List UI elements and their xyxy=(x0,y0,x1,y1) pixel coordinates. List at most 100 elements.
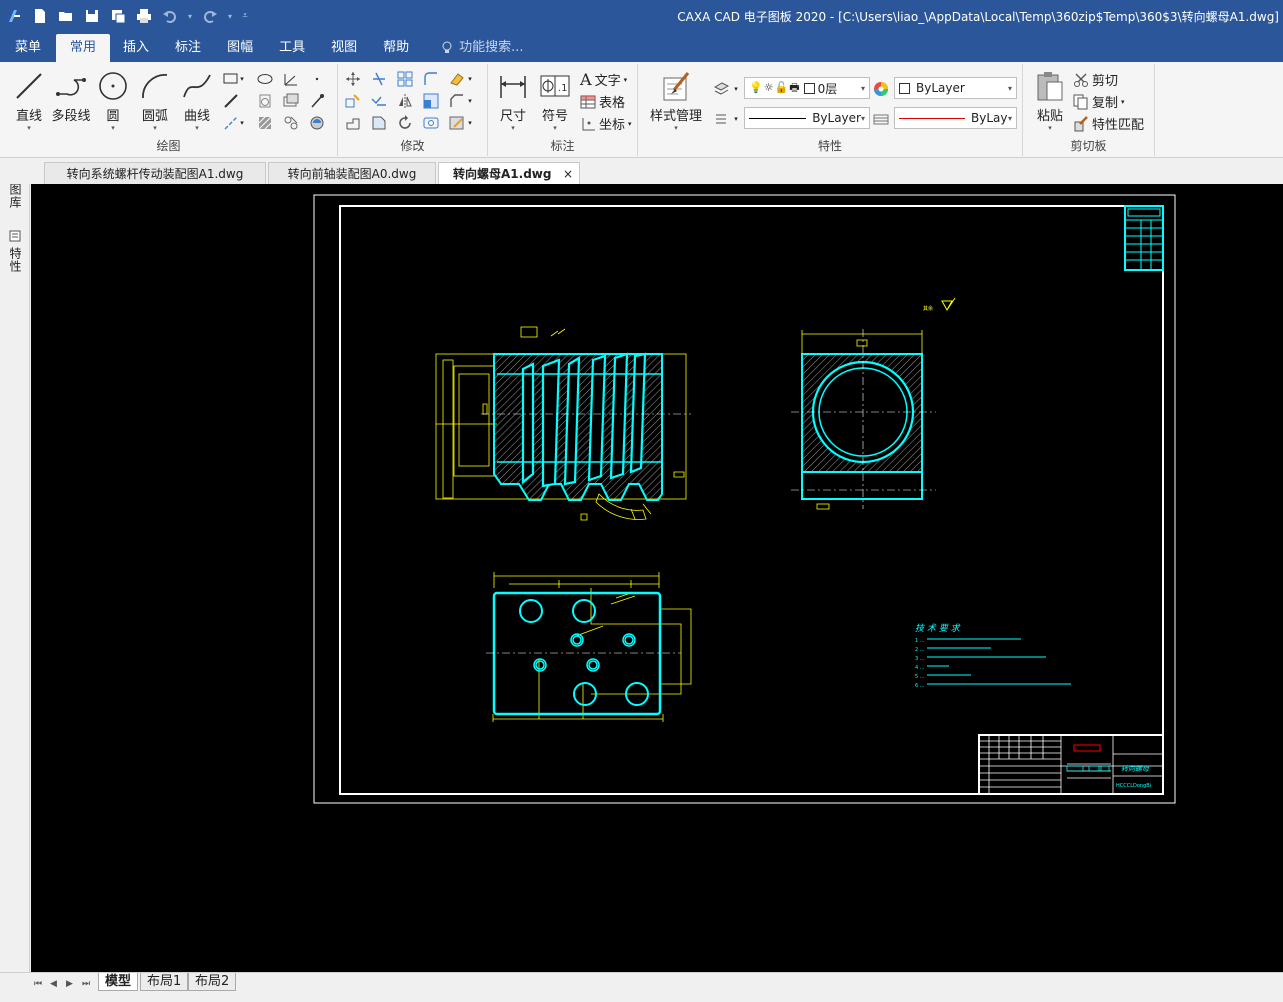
next-layout-icon[interactable]: ▶ xyxy=(66,979,73,989)
polyline-button[interactable]: 多段线 xyxy=(50,68,92,124)
scale-icon[interactable] xyxy=(422,92,440,110)
dimension-button[interactable]: 尺寸 ▾ xyxy=(492,68,534,132)
edit-dropdown-icon[interactable]: ▾ xyxy=(466,114,474,132)
fillet-icon[interactable] xyxy=(422,70,440,88)
tab-home[interactable]: 常用 xyxy=(56,34,111,62)
layout-tab-layout2[interactable]: 布局2 xyxy=(188,973,237,991)
close-tab-icon[interactable]: × xyxy=(563,163,573,185)
layout-tab-model[interactable]: 模型 xyxy=(98,973,139,991)
layout-tab-layout1[interactable]: 布局1 xyxy=(140,973,189,991)
eraser-icon[interactable] xyxy=(448,70,466,88)
new-file-icon[interactable] xyxy=(30,6,50,26)
copy-button[interactable]: 复制 ▾ xyxy=(1073,92,1125,111)
tab-sheet[interactable]: 图幅 xyxy=(214,34,266,62)
symbol-button[interactable]: .1 符号 ▾ xyxy=(534,68,576,132)
cut-button[interactable]: 剪切 xyxy=(1073,70,1118,89)
lineweight-select[interactable]: ByLay ▾ xyxy=(894,107,1017,129)
line-dropdown-icon[interactable]: ▾ xyxy=(8,124,50,132)
color-wheel-icon[interactable] xyxy=(872,80,890,98)
edit-properties-icon[interactable] xyxy=(448,114,466,132)
table-button[interactable]: 表格 xyxy=(580,92,625,111)
arc-button[interactable]: 圆弧 ▾ xyxy=(134,68,176,132)
dimension-dropdown-icon[interactable]: ▾ xyxy=(492,124,534,132)
curve-button[interactable]: 曲线 ▾ xyxy=(176,68,218,132)
undo-dropdown-icon[interactable]: ▾ xyxy=(186,6,194,26)
break-icon[interactable] xyxy=(370,114,388,132)
match-properties-button[interactable]: 特性匹配 xyxy=(1073,114,1144,133)
doc-tab-steering-nut[interactable]: 转向螺母A1.dwg × xyxy=(438,162,580,184)
layer-select[interactable]: 💡☼🔓🖶 0层 ▾ xyxy=(744,77,870,99)
hatch-block-icon[interactable] xyxy=(282,92,300,110)
tab-tools[interactable]: 工具 xyxy=(266,34,318,62)
doc-tab-steering-screw-assembly[interactable]: 转向系统螺杆传动装配图A1.dwg xyxy=(44,162,266,184)
line-button[interactable]: 直线 ▾ xyxy=(8,68,50,132)
layer-manager-icon[interactable] xyxy=(712,80,730,98)
tab-annotate[interactable]: 标注 xyxy=(162,34,214,62)
stretch-icon[interactable] xyxy=(344,114,362,132)
linetype-select[interactable]: ByLayer ▾ xyxy=(744,107,870,129)
undo-icon[interactable] xyxy=(160,6,180,26)
drawing-canvas[interactable]: 其余 技 术 要 求 1 ... 2 ... 3 ... 4 ... 5 ...… xyxy=(31,184,1283,973)
circle-dropdown-icon[interactable]: ▾ xyxy=(92,124,134,132)
layer-manager-dropdown-icon[interactable]: ▾ xyxy=(732,80,740,98)
rectangle-dropdown-icon[interactable]: ▾ xyxy=(238,70,246,88)
tab-insert[interactable]: 插入 xyxy=(110,34,162,62)
style-manager-button[interactable]: 样式管理 ▾ xyxy=(646,68,706,132)
app-logo-icon[interactable] xyxy=(4,6,24,26)
open-file-icon[interactable] xyxy=(56,6,76,26)
centerline-dropdown-icon[interactable]: ▾ xyxy=(238,114,246,132)
arc-dropdown-icon[interactable]: ▾ xyxy=(134,124,176,132)
ellipse-icon[interactable] xyxy=(256,70,274,88)
explode-icon[interactable] xyxy=(422,114,440,132)
angle-line-icon[interactable] xyxy=(282,70,300,88)
redo-icon[interactable] xyxy=(200,6,220,26)
prev-layout-icon[interactable]: ◀ xyxy=(50,979,57,989)
array-icon[interactable] xyxy=(396,70,414,88)
customize-toolbar-icon[interactable]: ⩡ xyxy=(240,6,250,26)
coordinate-button[interactable]: 坐标 ▾ xyxy=(580,114,632,133)
print-icon[interactable] xyxy=(134,6,154,26)
mirror-icon[interactable] xyxy=(396,92,414,110)
offset-icon[interactable] xyxy=(282,114,300,132)
chamfer-dropdown-icon[interactable]: ▾ xyxy=(466,92,474,110)
copy-dropdown-icon[interactable]: ▾ xyxy=(1121,98,1125,106)
chamfer-icon[interactable] xyxy=(448,92,466,110)
lineweight-icon[interactable] xyxy=(872,110,890,128)
save-icon[interactable] xyxy=(82,6,102,26)
eraser-dropdown-icon[interactable]: ▾ xyxy=(466,70,474,88)
trim-icon[interactable] xyxy=(370,70,388,88)
text-button[interactable]: A 文字 ▾ xyxy=(580,70,627,89)
hatch-icon[interactable] xyxy=(256,114,274,132)
properties-panel-tab[interactable]: 特性 xyxy=(6,230,24,273)
rotate-icon[interactable] xyxy=(396,114,414,132)
curve-dropdown-icon[interactable]: ▾ xyxy=(176,124,218,132)
color-select[interactable]: ByLayer ▾ xyxy=(894,77,1017,99)
extend-icon[interactable] xyxy=(370,92,388,110)
feature-search[interactable]: 功能搜索... xyxy=(428,34,536,62)
polygon-icon[interactable] xyxy=(256,92,274,110)
move-icon[interactable] xyxy=(344,70,362,88)
pick-point-icon[interactable] xyxy=(308,92,326,110)
redo-dropdown-icon[interactable]: ▾ xyxy=(226,6,234,26)
tab-menu[interactable]: 菜单 xyxy=(0,34,56,62)
coordinate-dropdown-icon[interactable]: ▾ xyxy=(628,120,632,128)
text-label: 文字 xyxy=(594,74,621,89)
pen-line-icon[interactable] xyxy=(222,92,240,110)
paste-button[interactable]: 粘贴 ▾ xyxy=(1029,68,1071,132)
fill-icon[interactable] xyxy=(308,114,326,132)
linetype-dropdown-icon[interactable]: ▾ xyxy=(732,110,740,128)
last-layout-icon[interactable]: ⏭ xyxy=(82,979,90,989)
save-as-icon[interactable] xyxy=(108,6,128,26)
copy-object-icon[interactable] xyxy=(344,92,362,110)
circle-button[interactable]: 圆 ▾ xyxy=(92,68,134,132)
point-icon[interactable] xyxy=(308,70,326,88)
doc-tab-front-axle-assembly[interactable]: 转向前轴装配图A0.dwg xyxy=(268,162,436,184)
paste-dropdown-icon[interactable]: ▾ xyxy=(1029,124,1071,132)
first-layout-icon[interactable]: ⏮ xyxy=(34,979,42,989)
tab-view[interactable]: 视图 xyxy=(318,34,370,62)
tab-help[interactable]: 帮助 xyxy=(370,34,422,62)
linetype-manager-icon[interactable] xyxy=(712,110,730,128)
style-manager-dropdown-icon[interactable]: ▾ xyxy=(646,124,706,132)
text-dropdown-icon[interactable]: ▾ xyxy=(624,76,628,84)
symbol-dropdown-icon[interactable]: ▾ xyxy=(534,124,576,132)
